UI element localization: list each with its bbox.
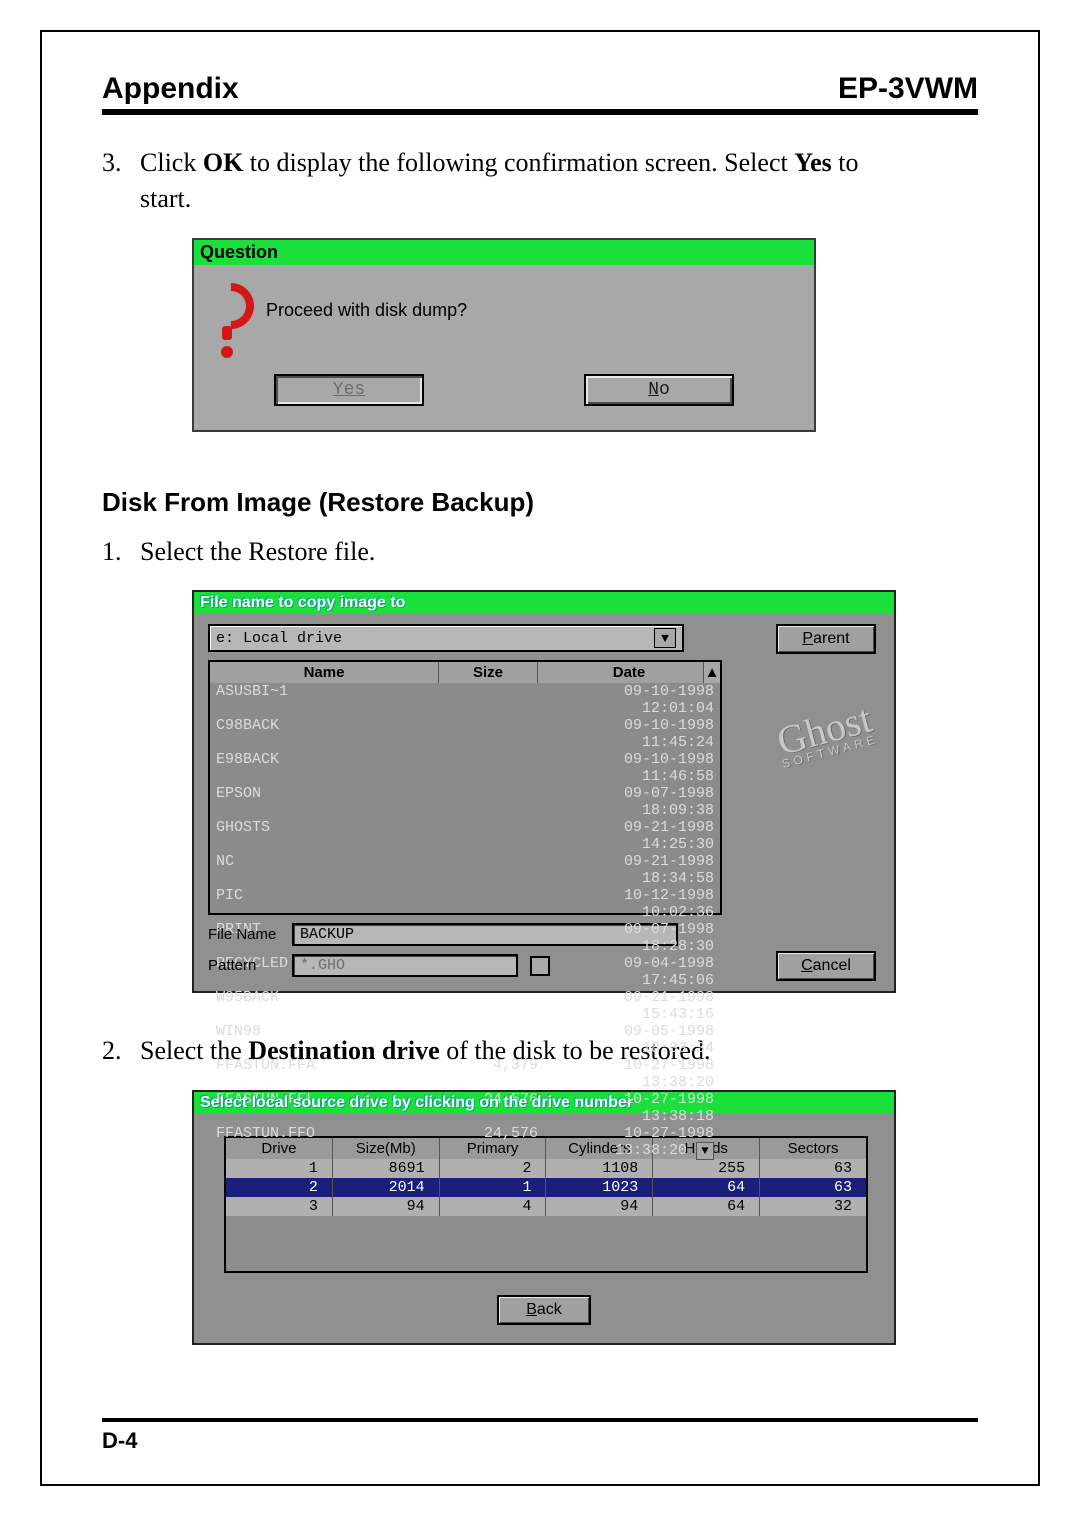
drive-col: Drive	[226, 1138, 333, 1159]
drive-col: Size(Mb)	[333, 1138, 440, 1159]
question-dialog: Question Proceed with disk dump? Yes No	[192, 238, 816, 432]
file-row[interactable]: E98BACK09-10-1998 11:46:58	[210, 751, 720, 785]
file-row[interactable]: GHOSTS09-21-1998 14:25:30	[210, 819, 720, 853]
cancel-button[interactable]: Cancel	[776, 951, 876, 981]
parent-button[interactable]: Parent	[776, 624, 876, 654]
file-picker-dialog: File name to copy image to e: Local driv…	[192, 590, 896, 993]
step-3-num: 3.	[102, 145, 140, 181]
file-table: Name Size Date ▲ ASUSBI~109-10-1998 12:0…	[208, 660, 722, 915]
col-name[interactable]: Name	[210, 662, 439, 683]
step-1-num: 1.	[102, 534, 140, 570]
file-picker-titlebar: File name to copy image to	[194, 592, 894, 614]
file-row[interactable]: W95BACK09-21-1998 15:43:16	[210, 989, 720, 1023]
header-right: EP-3VWM	[838, 72, 978, 106]
file-row[interactable]: NC09-21-1998 18:34:58	[210, 853, 720, 887]
step-1: 1.Select the Restore file.	[102, 534, 978, 570]
page-footer: D-4	[102, 1418, 978, 1454]
drive-dropdown[interactable]: e: Local drive ▼	[208, 624, 684, 652]
chevron-down-icon: ▼	[654, 628, 676, 648]
scroll-down-icon[interactable]: ▼	[696, 1142, 714, 1160]
header-left: Appendix	[102, 72, 239, 106]
col-size[interactable]: Size	[439, 662, 538, 683]
ghost-logo: Ghost SOFTWARE	[772, 701, 880, 769]
file-row[interactable]: PIC10-12-1998 10:02:36	[210, 887, 720, 921]
section-title: Disk From Image (Restore Backup)	[102, 487, 978, 518]
pattern-input[interactable]: *.GHO	[292, 954, 518, 977]
step-2-num: 2.	[102, 1033, 140, 1069]
scroll-up-icon[interactable]: ▲	[703, 662, 720, 683]
drive-row[interactable]: 22014110236463	[226, 1178, 866, 1197]
drive-row[interactable]: 186912110825563	[226, 1159, 866, 1178]
file-row[interactable]: ASUSBI~109-10-1998 12:01:04	[210, 683, 720, 717]
page-frame: Appendix EP-3VWM 3.Click OK to display t…	[40, 30, 1040, 1486]
question-message: Proceed with disk dump?	[266, 300, 467, 321]
drive-row[interactable]: 3944946432	[226, 1197, 866, 1216]
step-2: 2.Select the Destination drive of the di…	[102, 1033, 978, 1069]
file-row[interactable]: C98BACK09-10-1998 11:45:24	[210, 717, 720, 751]
file-row[interactable]: EPSON09-07-1998 18:09:38	[210, 785, 720, 819]
yes-button[interactable]: Yes	[274, 374, 424, 406]
filename-label: File Name	[208, 926, 280, 943]
question-titlebar: Question	[194, 240, 814, 265]
drive-col: Primary	[440, 1138, 547, 1159]
question-icon	[208, 283, 246, 339]
col-date[interactable]: Date ▲	[538, 662, 720, 683]
page-header: Appendix EP-3VWM	[102, 72, 978, 115]
no-button[interactable]: No	[584, 374, 734, 406]
pattern-label: Pattern	[208, 957, 280, 974]
back-button[interactable]: Back	[497, 1295, 591, 1325]
step-3: 3.Click OK to display the following conf…	[102, 145, 978, 218]
drive-col: Sectors	[760, 1138, 866, 1159]
